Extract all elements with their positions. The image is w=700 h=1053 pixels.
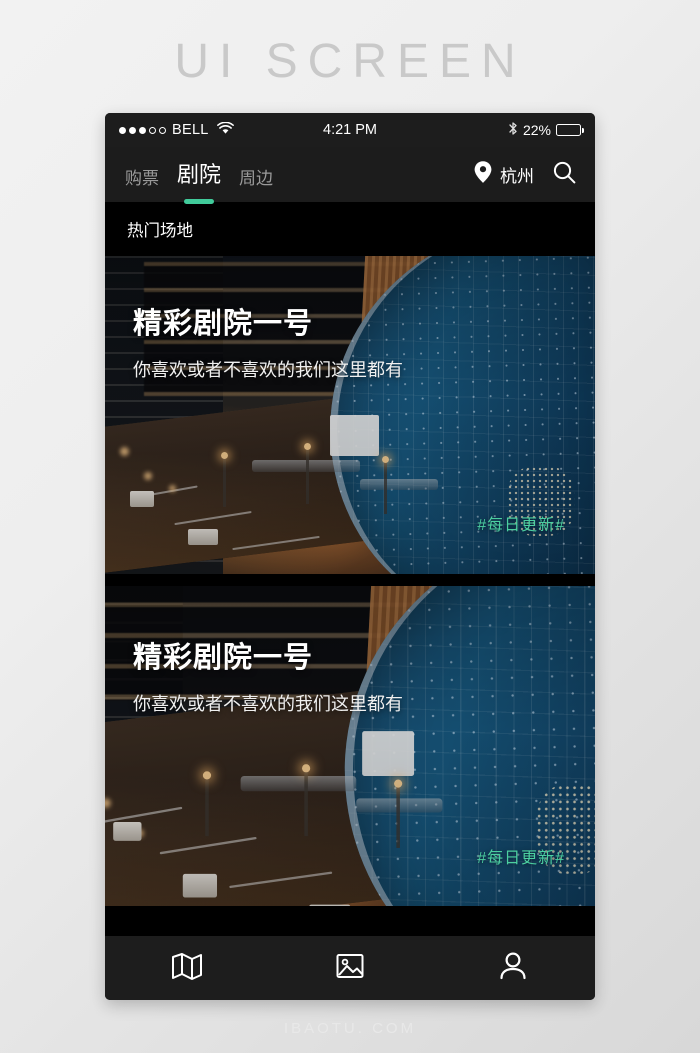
bottom-nav-map[interactable] bbox=[157, 946, 217, 990]
tab-label: 周边 bbox=[239, 169, 274, 188]
card-tag: #每日更新# bbox=[477, 517, 565, 534]
carrier-label: BELL bbox=[172, 122, 209, 138]
search-icon[interactable] bbox=[552, 160, 577, 190]
tab-gou-piao[interactable]: 购票 bbox=[125, 164, 159, 192]
signal-strength-icon bbox=[119, 126, 166, 134]
card-divider bbox=[105, 574, 595, 586]
watermark-bottom: IBAOTU. COM bbox=[283, 1020, 417, 1037]
battery-icon bbox=[556, 124, 585, 136]
card-subtitle: 你喜欢或者不喜欢的我们这里都有 bbox=[133, 360, 403, 380]
status-right: 22% bbox=[508, 121, 585, 139]
card-title: 精彩剧院一号 bbox=[133, 308, 314, 340]
location-pin-icon bbox=[473, 160, 493, 189]
bottom-nav-bar bbox=[105, 936, 595, 1000]
venue-card[interactable]: 精彩剧院一号 你喜欢或者不喜欢的我们这里都有 #每日更新# bbox=[105, 256, 595, 574]
tab-label: 购票 bbox=[125, 169, 159, 188]
card-text-block: 精彩剧院一号 你喜欢或者不喜欢的我们这里都有 bbox=[105, 634, 595, 716]
battery-percent-label: 22% bbox=[522, 122, 551, 138]
city-label: 杭州 bbox=[500, 167, 534, 186]
map-icon bbox=[171, 951, 203, 986]
phone-frame: BELL 4:21 PM 22% 购票 剧院 周边 杭州 热门场地 精彩剧院一号… bbox=[105, 113, 595, 1000]
card-title: 精彩剧院一号 bbox=[133, 642, 314, 674]
active-tab-indicator bbox=[184, 199, 214, 204]
status-left: BELL bbox=[119, 121, 234, 139]
tab-list: 购票 剧院 周边 bbox=[125, 157, 273, 204]
top-nav-bar: 购票 剧院 周边 杭州 bbox=[105, 147, 595, 204]
status-bar: BELL 4:21 PM 22% bbox=[105, 113, 595, 147]
tab-zhou-bian[interactable]: 周边 bbox=[239, 164, 273, 192]
bottom-nav-gallery[interactable] bbox=[320, 946, 380, 990]
tab-label: 剧院 bbox=[177, 162, 222, 187]
bottom-nav-profile[interactable] bbox=[483, 946, 543, 990]
watermark-top: UI SCREEN bbox=[174, 35, 526, 88]
tab-ju-yuan[interactable]: 剧院 bbox=[177, 157, 222, 204]
location-selector[interactable]: 杭州 bbox=[473, 160, 534, 189]
content-scroll-area[interactable]: 精彩剧院一号 你喜欢或者不喜欢的我们这里都有 #每日更新# 精彩剧院一号 你喜欢… bbox=[105, 256, 595, 936]
section-header: 热门场地 bbox=[105, 202, 595, 256]
card-tag: #每日更新# bbox=[477, 850, 565, 867]
venue-card[interactable]: 精彩剧院一号 你喜欢或者不喜欢的我们这里都有 #每日更新# bbox=[105, 586, 595, 906]
image-icon bbox=[335, 951, 365, 986]
section-title: 热门场地 bbox=[127, 222, 193, 240]
wifi-icon bbox=[216, 121, 234, 139]
user-icon bbox=[499, 951, 527, 986]
nav-right-actions: 杭州 bbox=[473, 160, 577, 190]
bluetooth-icon bbox=[508, 121, 518, 139]
card-subtitle: 你喜欢或者不喜欢的我们这里都有 bbox=[133, 694, 403, 714]
card-text-block: 精彩剧院一号 你喜欢或者不喜欢的我们这里都有 bbox=[105, 300, 595, 382]
